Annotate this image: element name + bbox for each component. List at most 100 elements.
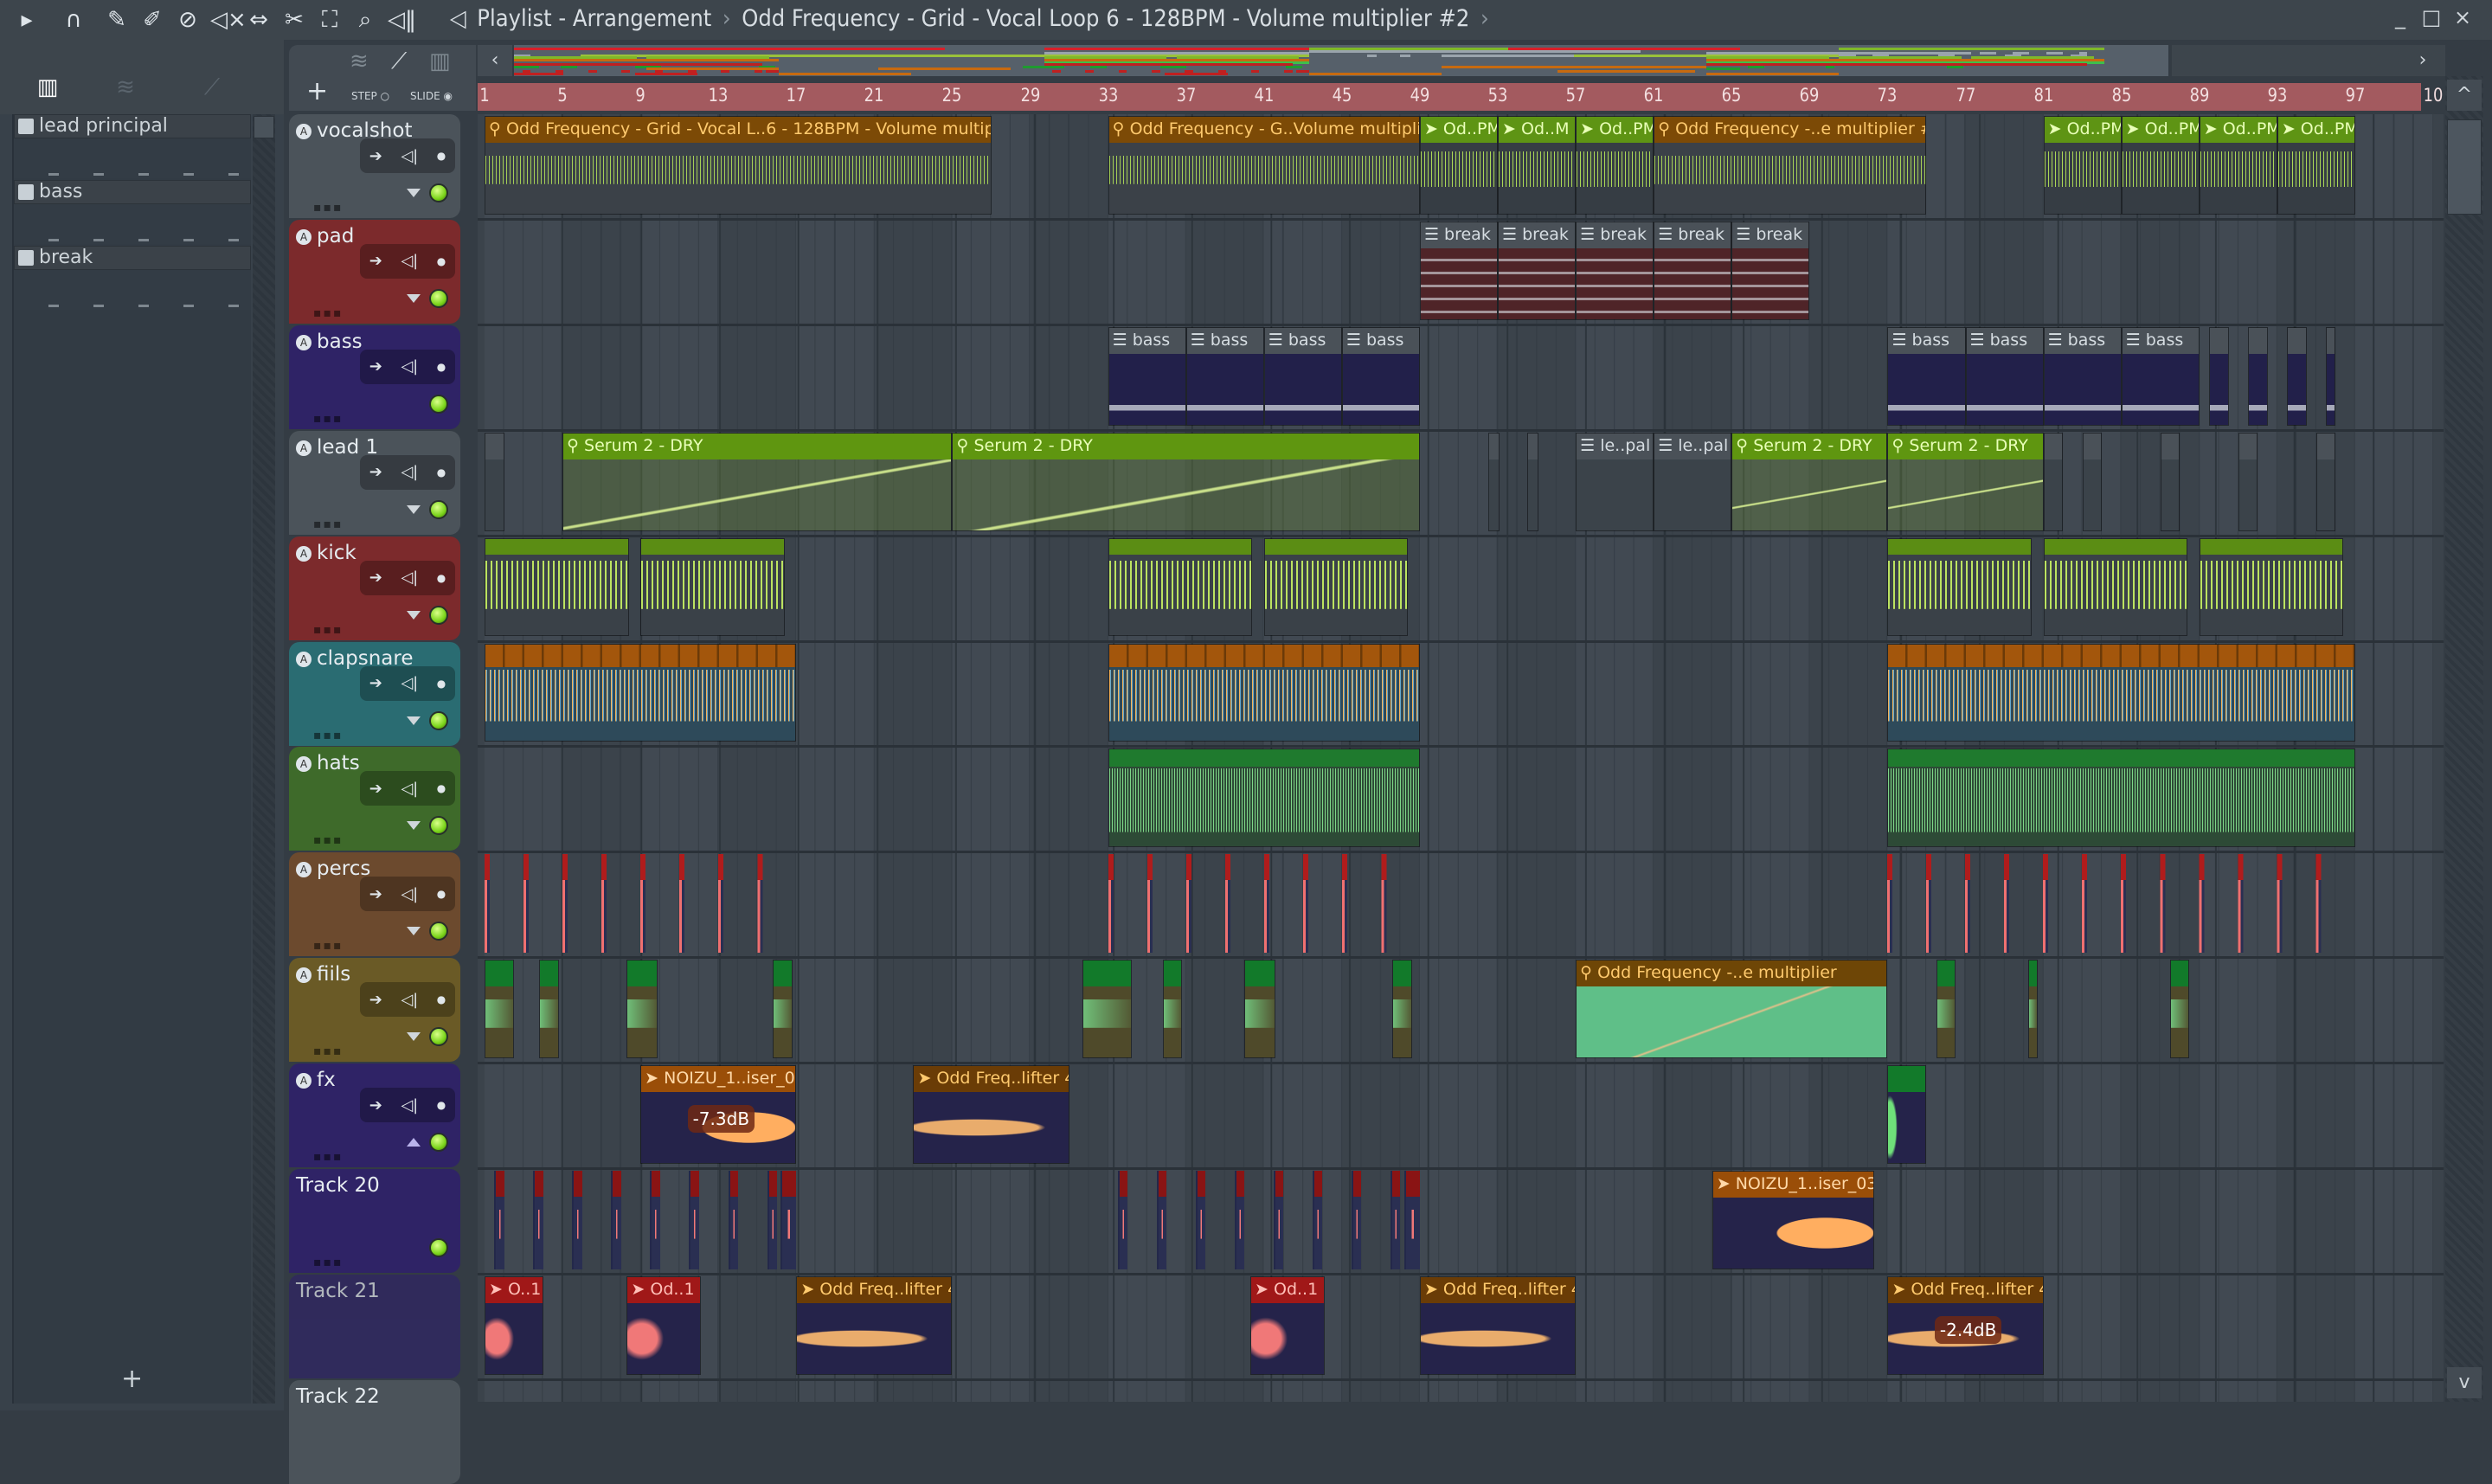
dropdown-arrow-icon[interactable] [407, 293, 421, 303]
clip-tick[interactable] [1274, 1171, 1284, 1269]
add-track-button[interactable]: + [306, 76, 328, 106]
clip-clap[interactable] [1108, 643, 1420, 742]
clip-tick[interactable] [1156, 1171, 1167, 1269]
clip-fxlift[interactable]: ➤ Odd Freq..lifter 4 [1419, 1275, 1577, 1375]
route-icon[interactable]: ➔ [369, 463, 382, 481]
dropdown-arrow-icon[interactable] [407, 821, 421, 831]
clip-audio[interactable]: ➤ Od..PM [2199, 116, 2277, 215]
route-icon[interactable]: ➔ [369, 780, 382, 798]
clip-pattern[interactable] [2287, 326, 2307, 426]
clip-kick[interactable] [2199, 537, 2344, 637]
mute-speaker-icon[interactable]: ◁| [401, 674, 418, 692]
clip-pattern[interactable] [2043, 432, 2064, 531]
track-enable-led[interactable] [429, 710, 448, 730]
clip-tick[interactable] [533, 1171, 543, 1269]
minimize-button[interactable]: _ [2385, 5, 2416, 29]
track-grip-icon[interactable]: ▪▪▪ [313, 517, 343, 531]
track-header-kick[interactable]: Akick ➔ ◁| ● ▪▪▪ [289, 536, 460, 640]
clip-serum[interactable]: ⚲ Serum 2 - DRY [562, 432, 953, 531]
clip-serum[interactable]: ⚲ Serum 2 - DRY [1887, 432, 2044, 531]
clip-serum[interactable]: ⚲ Serum 2 - DRY [952, 432, 1420, 531]
clip-pattern[interactable]: ☰ le..pal [1576, 432, 1654, 531]
record-dot-icon[interactable]: ● [437, 255, 446, 267]
clip-pattern[interactable]: ☰ bass [2121, 326, 2200, 426]
mute-speaker-icon[interactable]: ◁| [401, 780, 418, 798]
track-header-percs[interactable]: Apercs ➔ ◁| ● ▪▪▪ [289, 852, 460, 957]
pattern-item-break[interactable]: break [14, 246, 251, 312]
track-grip-icon[interactable]: ▪▪▪ [313, 833, 343, 847]
clip-fxlift[interactable]: ➤ Odd Freq..lifter 4 -2.4dB [1887, 1275, 2044, 1375]
clip-tick[interactable] [728, 1171, 738, 1269]
track-enable-led[interactable] [429, 605, 448, 625]
track-enable-led[interactable] [429, 394, 448, 414]
clip-fill[interactable] [1392, 960, 1412, 1059]
clip-pattern[interactable] [2082, 432, 2103, 531]
clip-tick[interactable] [611, 1171, 621, 1269]
clip-kick[interactable] [2043, 537, 2188, 637]
track-header-fiils[interactable]: Afiils ➔ ◁| ● ▪▪▪ [289, 958, 460, 1063]
select-icon[interactable]: ⛶ [317, 7, 343, 33]
record-dot-icon[interactable]: ● [437, 361, 446, 373]
mute-speaker-icon[interactable]: ◁| [401, 463, 418, 481]
clip-kick[interactable] [1887, 537, 2033, 637]
breadcrumb-speaker-icon[interactable]: ◁ [450, 5, 466, 32]
clip-pattern[interactable] [2238, 432, 2258, 531]
clip-hats[interactable] [1887, 748, 2355, 848]
track-enable-led[interactable] [429, 1133, 448, 1153]
clip-fill[interactable] [2027, 960, 2038, 1059]
mute-speaker-icon[interactable]: ◁| [401, 1096, 418, 1115]
horizontal-scrollbar[interactable]: › [2172, 45, 2445, 76]
track-enable-led[interactable] [429, 183, 448, 202]
clip-kick[interactable] [485, 537, 629, 637]
record-dot-icon[interactable]: ● [437, 782, 446, 794]
scroll-right-button[interactable]: › [2405, 45, 2440, 76]
clip-audio[interactable]: ➤ Od..PM [2277, 116, 2355, 215]
clip-tick[interactable] [1352, 1171, 1362, 1269]
zoom-icon[interactable]: ⌕ [352, 7, 378, 33]
slip-icon[interactable]: ⇔ [246, 7, 272, 33]
clip-fill[interactable] [1936, 960, 1956, 1059]
clip-tick[interactable] [1117, 1171, 1128, 1269]
clip-pattern[interactable]: ☰ bass [1965, 326, 2044, 426]
mute-speaker-icon[interactable]: ◁| [401, 569, 418, 587]
clip-pattern[interactable]: ☰ bass [1185, 326, 1264, 426]
track-enable-led[interactable] [429, 499, 448, 519]
clip-tick[interactable] [1195, 1171, 1206, 1269]
track-grip-icon[interactable]: ▪▪▪ [313, 412, 343, 426]
paint-icon[interactable]: ✐ [139, 7, 165, 33]
clip-pattern[interactable]: ☰ bass [2043, 326, 2122, 426]
vertical-scrollbar[interactable]: ^ v [2445, 76, 2483, 1402]
slice-icon[interactable]: ✂ [281, 7, 307, 33]
dropdown-arrow-icon[interactable] [407, 927, 421, 936]
picker-scrollbar[interactable] [253, 114, 275, 1404]
track-name[interactable]: Track 22 [296, 1385, 380, 1408]
clip-perc[interactable] [1887, 854, 2336, 954]
clip-tick[interactable] [650, 1171, 660, 1269]
pattern-item-bass[interactable]: bass [14, 180, 251, 246]
step-toggle[interactable]: STEP ○ [351, 90, 389, 102]
track-grip-icon[interactable]: ▪▪▪ [313, 1256, 343, 1269]
track-name[interactable]: Ahats [296, 752, 360, 774]
clip-tick[interactable] [1235, 1171, 1245, 1269]
mute-speaker-icon[interactable]: ◁| [401, 885, 418, 903]
piano-icon[interactable]: ▥ [429, 48, 451, 74]
track-grip-icon[interactable]: ▪▪▪ [313, 939, 343, 953]
route-icon[interactable]: ➔ [369, 885, 382, 903]
track-header-hats[interactable]: Ahats ➔ ◁| ● ▪▪▪ [289, 747, 460, 851]
clip-clap[interactable] [485, 643, 797, 742]
pencil-icon[interactable]: ✎ [104, 7, 130, 33]
clip-tick[interactable] [689, 1171, 699, 1269]
mute-speaker-icon[interactable]: ◁| [401, 147, 418, 165]
clip-fill[interactable] [773, 960, 793, 1059]
record-dot-icon[interactable]: ● [437, 888, 446, 900]
track-name[interactable]: Track 20 [296, 1174, 380, 1197]
clip-pattern[interactable]: ☰ le..pal [1654, 432, 1732, 531]
clip-pattern[interactable]: ☰ bass [1108, 326, 1186, 426]
scroll-left-button[interactable]: ‹ [478, 45, 512, 76]
automation-icon[interactable]: ⟋ [199, 74, 225, 100]
clip-audio[interactable]: ➤ Od..PM [1419, 116, 1499, 215]
clip-pattern[interactable] [2160, 432, 2180, 531]
clip-pattern[interactable] [1526, 432, 1539, 531]
playlist-overview[interactable] [514, 45, 2168, 76]
clip-fill[interactable] [539, 960, 559, 1059]
